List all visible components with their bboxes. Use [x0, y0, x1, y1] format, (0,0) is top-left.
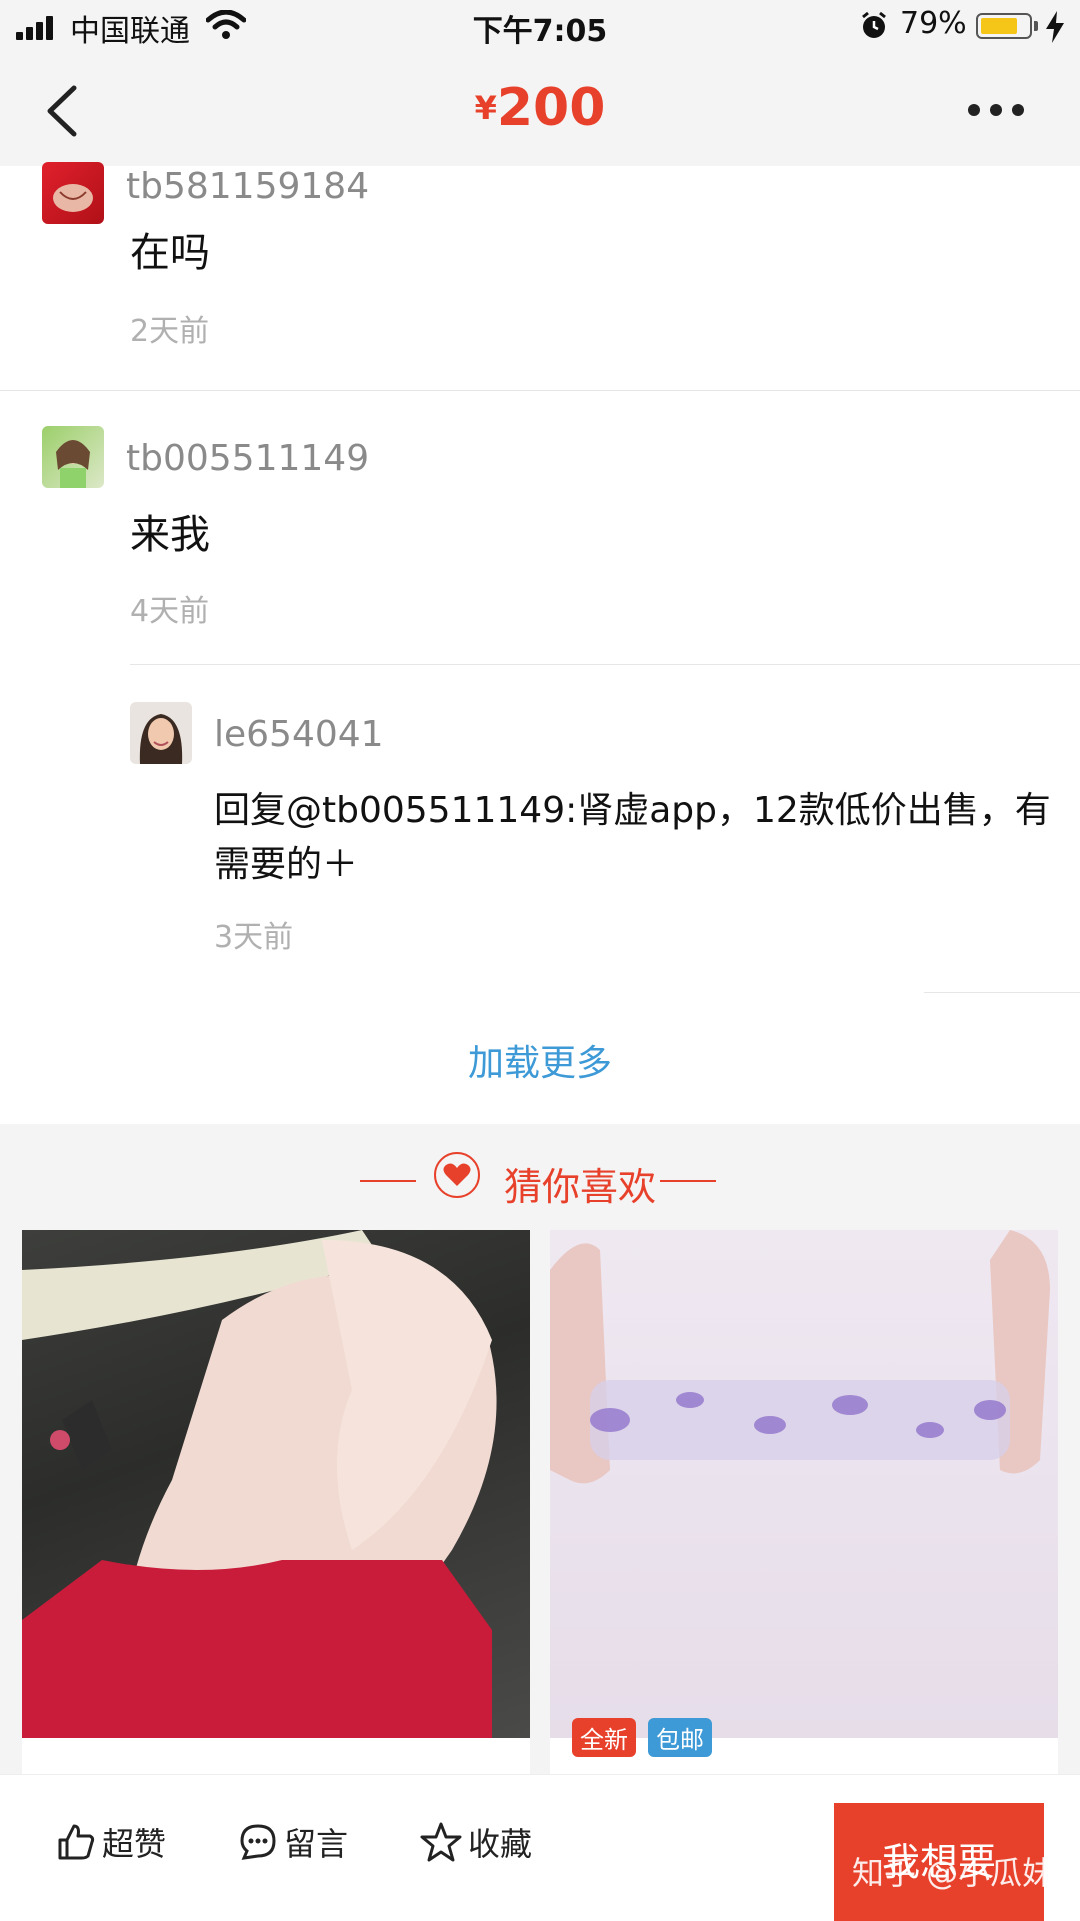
avatar[interactable]: [42, 426, 104, 488]
nav-bar: ¥200: [0, 54, 1080, 166]
charging-bolt-icon: [1046, 11, 1064, 43]
avatar[interactable]: [130, 702, 192, 764]
recommend-title: 猜你喜欢: [0, 1156, 1080, 1211]
like-label: 超赞: [102, 1825, 167, 1863]
battery-tip: [1034, 21, 1038, 31]
comment-time: 2天前: [130, 314, 210, 349]
comment-text: 来我: [130, 512, 210, 558]
product-card[interactable]: [22, 1230, 530, 1830]
recommend-title-text: 猜你喜欢: [503, 1165, 656, 1209]
star-icon: [420, 1822, 462, 1862]
more-icon[interactable]: [966, 102, 1026, 118]
recommend-section: 猜你喜欢: [0, 1124, 1080, 1830]
comment-time: 3天前: [214, 920, 294, 955]
reply-item: le654041 回复@tb005511149:肾虚app，12款低价出售，有需…: [0, 700, 1080, 980]
status-bar: 中国联通 下午7:05 79%: [0, 0, 1080, 54]
comment-text: 在吗: [130, 230, 210, 276]
favorite-button[interactable]: 收藏: [420, 1819, 532, 1865]
price-amount: 200: [496, 78, 606, 138]
battery-percent: 79%: [900, 6, 967, 41]
title-divider-right: [660, 1180, 716, 1182]
comment-text: 回复@tb005511149:肾虚app，12款低价出售，有需要的＋: [214, 790, 1051, 885]
thumbs-up-icon: [58, 1824, 95, 1860]
divider: [924, 992, 1080, 993]
comment-item: tb005511149 来我 4天前: [0, 424, 1080, 664]
username[interactable]: tb581159184: [126, 166, 369, 207]
price-title: ¥200: [0, 78, 1080, 138]
currency-symbol: ¥: [474, 89, 497, 127]
comment-item: tb581159184 在吗 2天前: [0, 162, 1080, 390]
favorite-label: 收藏: [468, 1825, 533, 1863]
load-more-link[interactable]: 加载更多: [0, 1034, 1080, 1086]
avatar[interactable]: [42, 162, 104, 224]
divider: [130, 664, 1080, 665]
comment-time: 4天前: [130, 594, 210, 629]
tag-free-shipping: 包邮: [648, 1718, 712, 1757]
tag-new: 全新: [572, 1718, 636, 1757]
battery-icon: [976, 13, 1032, 39]
comment-label: 留言: [284, 1825, 349, 1863]
username[interactable]: tb005511149: [126, 438, 369, 479]
watermark: 知乎 @小瓜妹: [852, 1854, 1055, 1892]
divider: [0, 390, 1080, 391]
comment-button[interactable]: 留言: [238, 1819, 348, 1865]
alarm-icon: [862, 11, 886, 38]
like-button[interactable]: 超赞: [56, 1819, 166, 1865]
product-image: [550, 1230, 1058, 1738]
username[interactable]: le654041: [214, 714, 384, 755]
comment-icon: [240, 1824, 276, 1860]
product-image: [22, 1230, 530, 1738]
